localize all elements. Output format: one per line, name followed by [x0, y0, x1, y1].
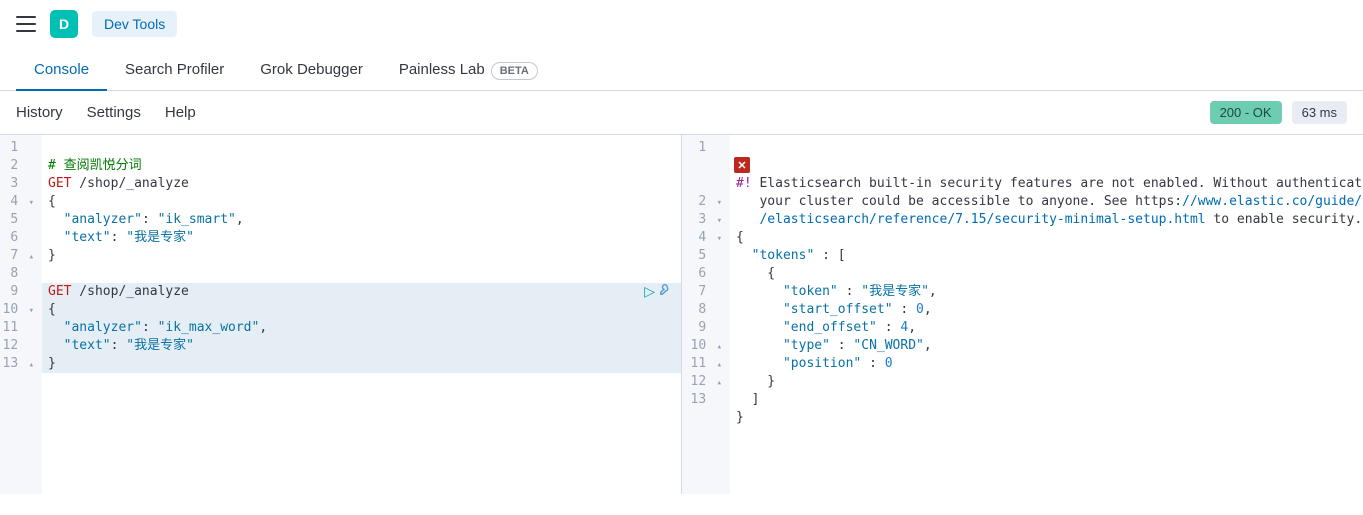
wrench-icon[interactable] — [659, 283, 673, 300]
error-icon[interactable]: ✕ — [734, 157, 750, 173]
latency-badge: 63 ms — [1292, 101, 1347, 124]
tab-search-profiler[interactable]: Search Profiler — [107, 49, 242, 90]
menu-icon[interactable] — [16, 16, 36, 32]
tab-grok-debugger[interactable]: Grok Debugger — [242, 49, 381, 90]
tab-bar: ConsoleSearch ProfilerGrok DebuggerPainl… — [0, 49, 1363, 91]
beta-badge: BETA — [491, 62, 538, 80]
app-name-badge[interactable]: Dev Tools — [92, 11, 177, 37]
response-pane: 1 2 ▾3 ▾4 ▾5 6 7 8 9 10 ▴11 ▴12 ▴13 #! E… — [682, 135, 1363, 494]
tab-console[interactable]: Console — [16, 49, 107, 90]
help-link[interactable]: Help — [165, 104, 196, 121]
history-link[interactable]: History — [16, 104, 63, 121]
workspace: 1 2 3 4 ▾5 6 7 ▴8 9 10 ▾11 12 13 ▴ # 查阅凯… — [0, 134, 1363, 494]
tab-painless-lab[interactable]: Painless LabBETA — [381, 49, 556, 90]
status-badge: 200 - OK — [1210, 101, 1282, 124]
run-icon[interactable]: ▷ — [644, 283, 655, 300]
app-icon[interactable]: D — [50, 10, 78, 38]
settings-link[interactable]: Settings — [87, 104, 141, 121]
top-bar: D Dev Tools — [0, 0, 1363, 49]
request-editor[interactable]: # 查阅凯悦分词GET /shop/_analyze{ "analyzer": … — [42, 135, 681, 494]
response-viewer[interactable]: #! Elasticsearch built-in security featu… — [730, 135, 1363, 494]
request-gutter: 1 2 3 4 ▾5 6 7 ▴8 9 10 ▾11 12 13 ▴ — [0, 135, 42, 494]
request-pane[interactable]: 1 2 3 4 ▾5 6 7 ▴8 9 10 ▾11 12 13 ▴ # 查阅凯… — [0, 135, 682, 494]
response-gutter: 1 2 ▾3 ▾4 ▾5 6 7 8 9 10 ▴11 ▴12 ▴13 — [682, 135, 730, 494]
sub-toolbar: History Settings Help 200 - OK 63 ms — [0, 91, 1363, 134]
